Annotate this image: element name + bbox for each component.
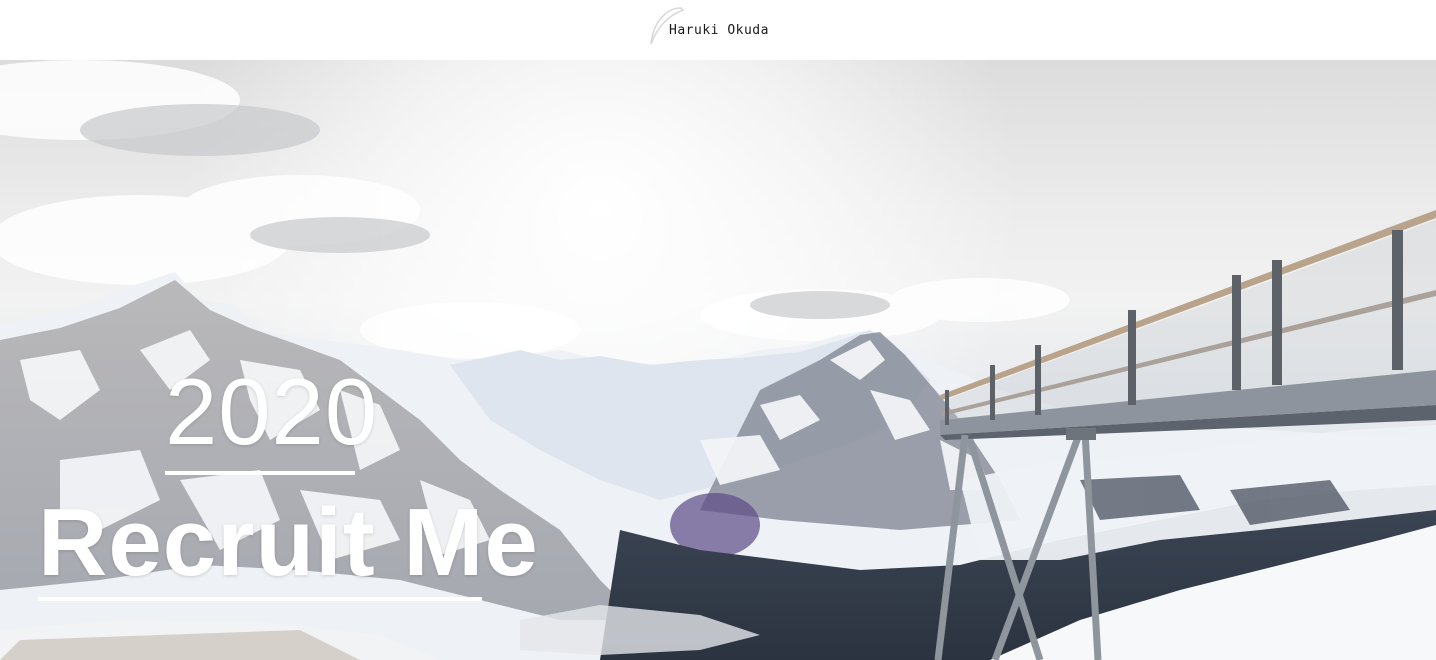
logo-text: Haruki Okuda [669, 22, 769, 38]
site-logo[interactable]: Haruki Okuda [650, 6, 769, 44]
site-header: Haruki Okuda [0, 0, 1436, 60]
hero-section: 2020 Recruit Me [0, 60, 1436, 660]
snowy-mountains-with-skywalk-image [0, 60, 1436, 660]
